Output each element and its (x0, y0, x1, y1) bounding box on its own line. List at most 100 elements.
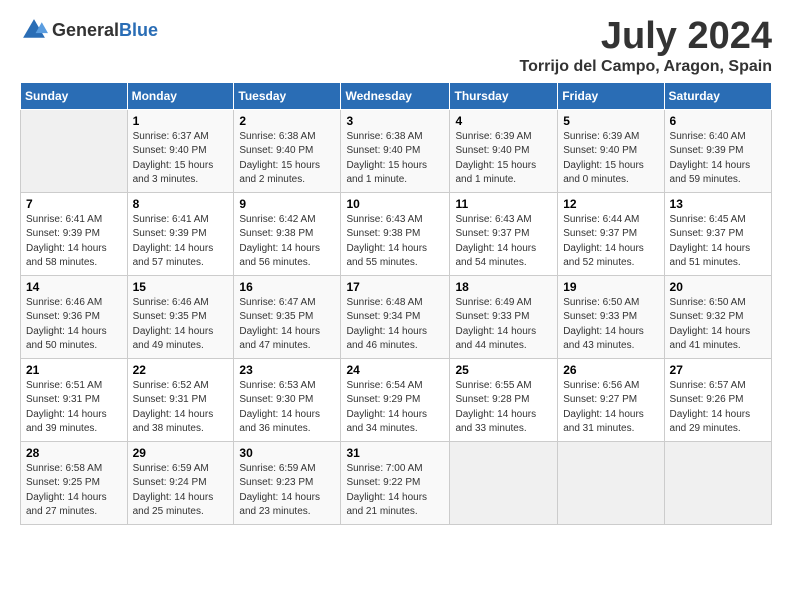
day-number: 2 (239, 114, 335, 128)
day-number: 5 (563, 114, 658, 128)
calendar-cell: 16 Sunrise: 6:47 AM Sunset: 9:35 PM Dayli… (234, 275, 341, 358)
day-number: 3 (346, 114, 444, 128)
calendar-cell (558, 441, 664, 524)
calendar-week-row: 1Sunrise: 6:37 AM Sunset: 9:40 PM Daylig… (21, 109, 772, 192)
day-info: Sunrise: 6:37 AM Sunset: 9:40 PM Dayligh… (133, 130, 229, 188)
calendar-cell: 19 Sunrise: 6:50 AM Sunset: 9:33 PM Dayli… (558, 275, 664, 358)
calendar-table: SundayMondayTuesdayWednesdayThursdayFrid… (20, 82, 772, 525)
day-info: Sunrise: 6:48 AM Sunset: 9:34 PM Dayligh… (346, 296, 444, 354)
day-info: Sunrise: 6:50 AM Sunset: 9:33 PM Dayligh… (563, 296, 658, 354)
calendar-cell: 24 Sunrise: 6:54 AM Sunset: 9:29 PM Dayli… (341, 358, 450, 441)
calendar-cell: 15 Sunrise: 6:46 AM Sunset: 9:35 PM Dayli… (127, 275, 234, 358)
logo: GeneralBlue (20, 16, 158, 44)
day-number: 15 (133, 280, 229, 294)
calendar-cell: 23Sunrise: 6:53 AM Sunset: 9:30 PM Dayli… (234, 358, 341, 441)
day-header: Tuesday (234, 82, 341, 109)
day-number: 18 (455, 280, 552, 294)
day-info: Sunrise: 6:46 AM Sunset: 9:36 PM Dayligh… (26, 296, 122, 354)
day-info: Sunrise: 6:38 AM Sunset: 9:40 PM Dayligh… (239, 130, 335, 188)
day-number: 28 (26, 446, 122, 460)
day-number: 10 (346, 197, 444, 211)
day-info: Sunrise: 6:46 AM Sunset: 9:35 PM Dayligh… (133, 296, 229, 354)
calendar-cell: 25Sunrise: 6:55 AM Sunset: 9:28 PM Dayli… (450, 358, 558, 441)
day-header: Friday (558, 82, 664, 109)
calendar-cell: 22 Sunrise: 6:52 AM Sunset: 9:31 PM Dayli… (127, 358, 234, 441)
calendar-cell: 7Sunrise: 6:41 AM Sunset: 9:39 PM Daylig… (21, 192, 128, 275)
calendar-cell: 1Sunrise: 6:37 AM Sunset: 9:40 PM Daylig… (127, 109, 234, 192)
day-number: 13 (670, 197, 766, 211)
day-number: 17 (346, 280, 444, 294)
day-info: Sunrise: 6:38 AM Sunset: 9:40 PM Dayligh… (346, 130, 444, 188)
calendar-cell: 26Sunrise: 6:56 AM Sunset: 9:27 PM Dayli… (558, 358, 664, 441)
day-info: Sunrise: 6:44 AM Sunset: 9:37 PM Dayligh… (563, 213, 658, 271)
day-number: 24 (346, 363, 444, 377)
day-number: 19 (563, 280, 658, 294)
calendar-cell: 21 Sunrise: 6:51 AM Sunset: 9:31 PM Dayli… (21, 358, 128, 441)
calendar-cell: 31Sunrise: 7:00 AM Sunset: 9:22 PM Dayli… (341, 441, 450, 524)
day-number: 14 (26, 280, 122, 294)
calendar-cell: 12Sunrise: 6:44 AM Sunset: 9:37 PM Dayli… (558, 192, 664, 275)
calendar-week-row: 7Sunrise: 6:41 AM Sunset: 9:39 PM Daylig… (21, 192, 772, 275)
day-number: 31 (346, 446, 444, 460)
day-number: 16 (239, 280, 335, 294)
calendar-cell: 4 Sunrise: 6:39 AM Sunset: 9:40 PM Daylig… (450, 109, 558, 192)
calendar-cell: 30Sunrise: 6:59 AM Sunset: 9:23 PM Dayli… (234, 441, 341, 524)
calendar-cell: 8 Sunrise: 6:41 AM Sunset: 9:39 PM Daylig… (127, 192, 234, 275)
title-area: July 2024 Torrijo del Campo, Aragon, Spa… (520, 16, 772, 76)
calendar-cell: 9 Sunrise: 6:42 AM Sunset: 9:38 PM Daylig… (234, 192, 341, 275)
calendar-week-row: 21 Sunrise: 6:51 AM Sunset: 9:31 PM Dayli… (21, 358, 772, 441)
day-info: Sunrise: 6:59 AM Sunset: 9:24 PM Dayligh… (133, 462, 229, 520)
calendar-body: 1Sunrise: 6:37 AM Sunset: 9:40 PM Daylig… (21, 109, 772, 524)
day-info: Sunrise: 6:49 AM Sunset: 9:33 PM Dayligh… (455, 296, 552, 354)
day-info: Sunrise: 6:47 AM Sunset: 9:35 PM Dayligh… (239, 296, 335, 354)
calendar-cell: 17 Sunrise: 6:48 AM Sunset: 9:34 PM Dayli… (341, 275, 450, 358)
day-number: 20 (670, 280, 766, 294)
day-info: Sunrise: 6:54 AM Sunset: 9:29 PM Dayligh… (346, 379, 444, 437)
day-header: Wednesday (341, 82, 450, 109)
day-info: Sunrise: 6:43 AM Sunset: 9:37 PM Dayligh… (455, 213, 552, 271)
day-info: Sunrise: 6:50 AM Sunset: 9:32 PM Dayligh… (670, 296, 766, 354)
calendar-cell: 28 Sunrise: 6:58 AM Sunset: 9:25 PM Dayli… (21, 441, 128, 524)
day-info: Sunrise: 6:42 AM Sunset: 9:38 PM Dayligh… (239, 213, 335, 271)
day-number: 4 (455, 114, 552, 128)
logo-text: GeneralBlue (52, 20, 158, 41)
calendar-cell: 3 Sunrise: 6:38 AM Sunset: 9:40 PM Daylig… (341, 109, 450, 192)
day-info: Sunrise: 6:40 AM Sunset: 9:39 PM Dayligh… (670, 130, 766, 188)
day-number: 8 (133, 197, 229, 211)
day-number: 21 (26, 363, 122, 377)
day-info: Sunrise: 6:53 AM Sunset: 9:30 PM Dayligh… (239, 379, 335, 437)
day-header: Monday (127, 82, 234, 109)
calendar-cell: 14 Sunrise: 6:46 AM Sunset: 9:36 PM Dayli… (21, 275, 128, 358)
calendar-cell: 13 Sunrise: 6:45 AM Sunset: 9:37 PM Dayli… (664, 192, 771, 275)
day-info: Sunrise: 6:41 AM Sunset: 9:39 PM Dayligh… (26, 213, 122, 271)
day-info: Sunrise: 6:57 AM Sunset: 9:26 PM Dayligh… (670, 379, 766, 437)
day-info: Sunrise: 6:58 AM Sunset: 9:25 PM Dayligh… (26, 462, 122, 520)
day-info: Sunrise: 6:39 AM Sunset: 9:40 PM Dayligh… (455, 130, 552, 188)
month-title: July 2024 (520, 16, 772, 58)
day-info: Sunrise: 6:39 AM Sunset: 9:40 PM Dayligh… (563, 130, 658, 188)
calendar-cell (450, 441, 558, 524)
day-number: 27 (670, 363, 766, 377)
calendar-cell: 11Sunrise: 6:43 AM Sunset: 9:37 PM Dayli… (450, 192, 558, 275)
calendar-cell (21, 109, 128, 192)
calendar-cell: 5 Sunrise: 6:39 AM Sunset: 9:40 PM Daylig… (558, 109, 664, 192)
day-info: Sunrise: 6:45 AM Sunset: 9:37 PM Dayligh… (670, 213, 766, 271)
calendar-week-row: 28 Sunrise: 6:58 AM Sunset: 9:25 PM Dayli… (21, 441, 772, 524)
day-number: 9 (239, 197, 335, 211)
calendar-cell: 20 Sunrise: 6:50 AM Sunset: 9:32 PM Dayli… (664, 275, 771, 358)
calendar-cell (664, 441, 771, 524)
location-title: Torrijo del Campo, Aragon, Spain (520, 58, 772, 76)
day-info: Sunrise: 6:51 AM Sunset: 9:31 PM Dayligh… (26, 379, 122, 437)
day-number: 29 (133, 446, 229, 460)
header: GeneralBlue July 2024 Torrijo del Campo,… (20, 16, 772, 76)
logo-icon (20, 16, 48, 44)
day-number: 6 (670, 114, 766, 128)
calendar-cell: 6 Sunrise: 6:40 AM Sunset: 9:39 PM Daylig… (664, 109, 771, 192)
day-info: Sunrise: 6:52 AM Sunset: 9:31 PM Dayligh… (133, 379, 229, 437)
day-info: Sunrise: 6:41 AM Sunset: 9:39 PM Dayligh… (133, 213, 229, 271)
calendar-cell: 2 Sunrise: 6:38 AM Sunset: 9:40 PM Daylig… (234, 109, 341, 192)
day-header: Saturday (664, 82, 771, 109)
day-number: 22 (133, 363, 229, 377)
day-info: Sunrise: 6:43 AM Sunset: 9:38 PM Dayligh… (346, 213, 444, 271)
day-info: Sunrise: 6:55 AM Sunset: 9:28 PM Dayligh… (455, 379, 552, 437)
